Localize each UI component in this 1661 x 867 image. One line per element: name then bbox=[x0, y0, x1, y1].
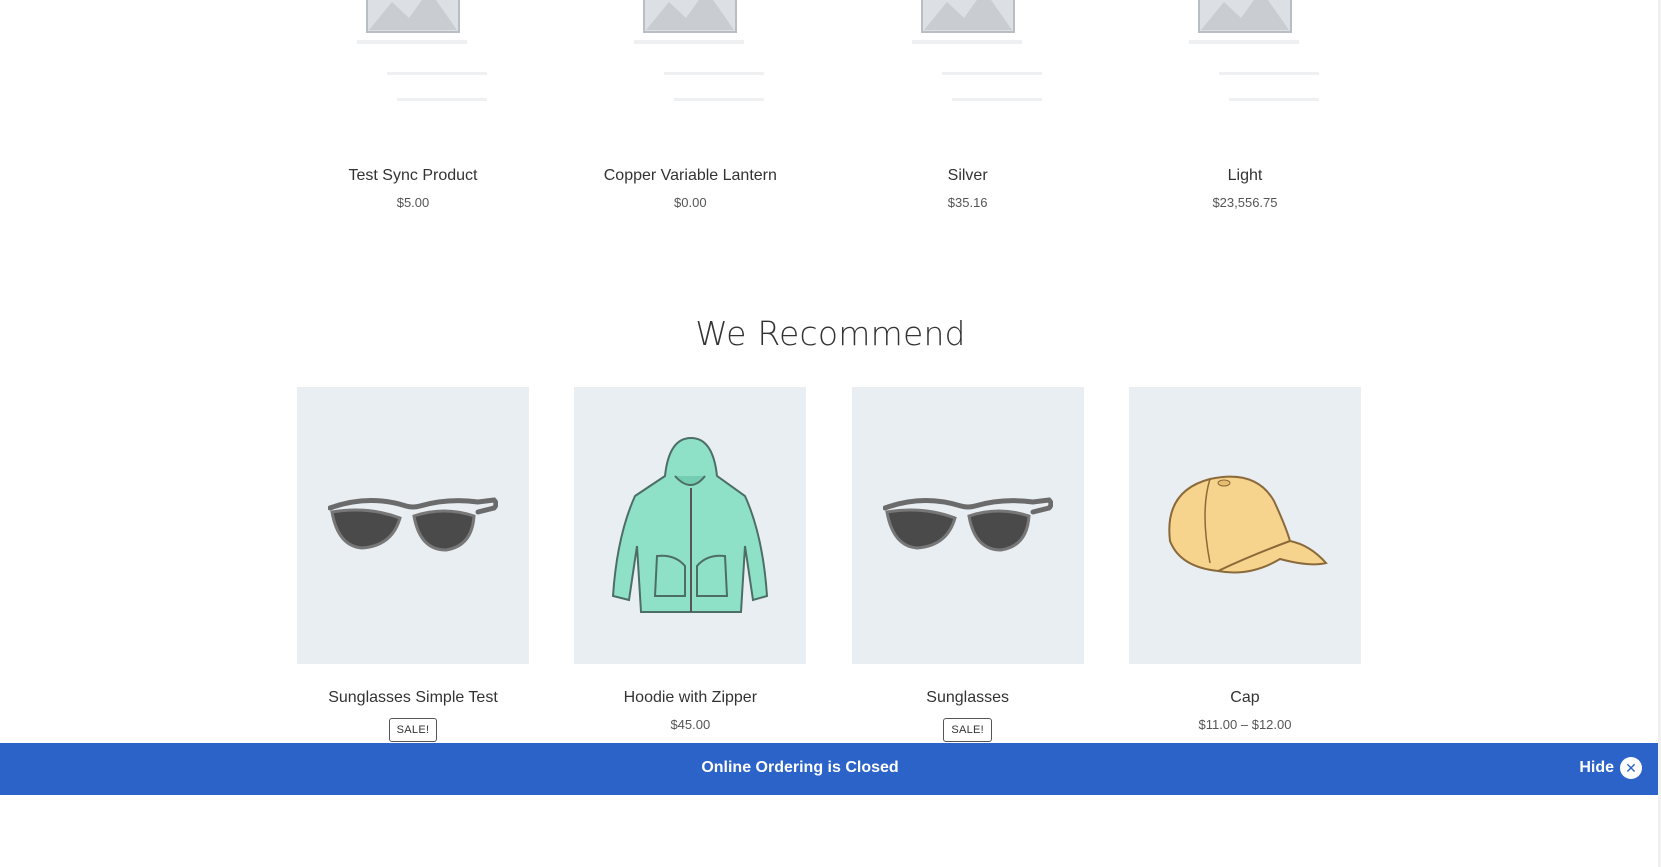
product-price: $45.00 bbox=[670, 717, 711, 732]
product-image-sunglasses[interactable] bbox=[297, 387, 529, 664]
product-image-cap[interactable] bbox=[1128, 387, 1361, 664]
placeholder-image[interactable] bbox=[297, 0, 529, 150]
product-title[interactable]: Sunglasses bbox=[852, 688, 1084, 708]
product-price: $11.00 – $12.00 bbox=[1198, 717, 1292, 732]
hoodie-icon bbox=[612, 436, 769, 613]
product-grid-top: Test Sync Product $5.00 Copper Variable … bbox=[297, 0, 1361, 211]
product-card[interactable]: Test Sync Product $5.00 bbox=[297, 0, 529, 211]
section-heading: We Recommend bbox=[695, 314, 966, 353]
store-notice-message: Online Ordering is Closed bbox=[701, 759, 899, 776]
product-price: $23,556.75 bbox=[1212, 195, 1278, 210]
product-title[interactable]: Sunglasses Simple Test bbox=[297, 688, 529, 708]
product-card[interactable]: Sunglasses Simple Test SALE! bbox=[297, 387, 529, 742]
sale-badge: SALE! bbox=[388, 718, 438, 742]
page: Test Sync Product $5.00 Copper Variable … bbox=[0, 0, 1661, 867]
product-image-hoodie[interactable] bbox=[574, 387, 807, 664]
product-title[interactable]: Cap bbox=[1129, 688, 1361, 708]
product-grid-recommend: Sunglasses Simple Test SALE! Hoodie with… bbox=[297, 387, 1361, 742]
close-circle-icon[interactable]: ✕ bbox=[1620, 757, 1642, 779]
product-card[interactable]: Silver $35.16 bbox=[852, 0, 1084, 211]
cap-icon bbox=[1168, 475, 1328, 573]
sunglasses-icon bbox=[328, 496, 498, 552]
sale-badge: SALE! bbox=[943, 718, 992, 742]
product-card[interactable]: Copper Variable Lantern $0.00 bbox=[574, 0, 806, 211]
hide-label[interactable]: Hide bbox=[1579, 759, 1614, 777]
product-title[interactable]: Copper Variable Lantern bbox=[574, 166, 806, 186]
product-card[interactable]: Cap $11.00 – $12.00 bbox=[1128, 387, 1361, 742]
product-title[interactable]: Test Sync Product bbox=[297, 166, 529, 186]
sunglasses-icon bbox=[882, 496, 1053, 552]
product-price: $5.00 bbox=[396, 195, 430, 210]
store-notice-bar: Online Ordering is Closed Hide ✕ bbox=[0, 743, 1658, 795]
hide-notice-button[interactable]: Hide ✕ bbox=[1579, 757, 1642, 779]
product-card[interactable]: Light $23,556.75 bbox=[1129, 0, 1361, 211]
product-card[interactable]: Sunglasses SALE! bbox=[851, 387, 1084, 742]
placeholder-image[interactable] bbox=[1129, 0, 1361, 150]
product-title[interactable]: Hoodie with Zipper bbox=[574, 688, 806, 708]
product-price: $0.00 bbox=[674, 195, 707, 210]
product-title[interactable]: Light bbox=[1129, 166, 1361, 186]
product-card[interactable]: Hoodie with Zipper $45.00 bbox=[574, 387, 807, 742]
product-title[interactable]: Silver bbox=[852, 166, 1084, 186]
placeholder-image[interactable] bbox=[852, 0, 1084, 150]
product-image-sunglasses[interactable] bbox=[851, 387, 1084, 664]
product-price: $35.16 bbox=[947, 195, 988, 210]
placeholder-image[interactable] bbox=[574, 0, 806, 150]
